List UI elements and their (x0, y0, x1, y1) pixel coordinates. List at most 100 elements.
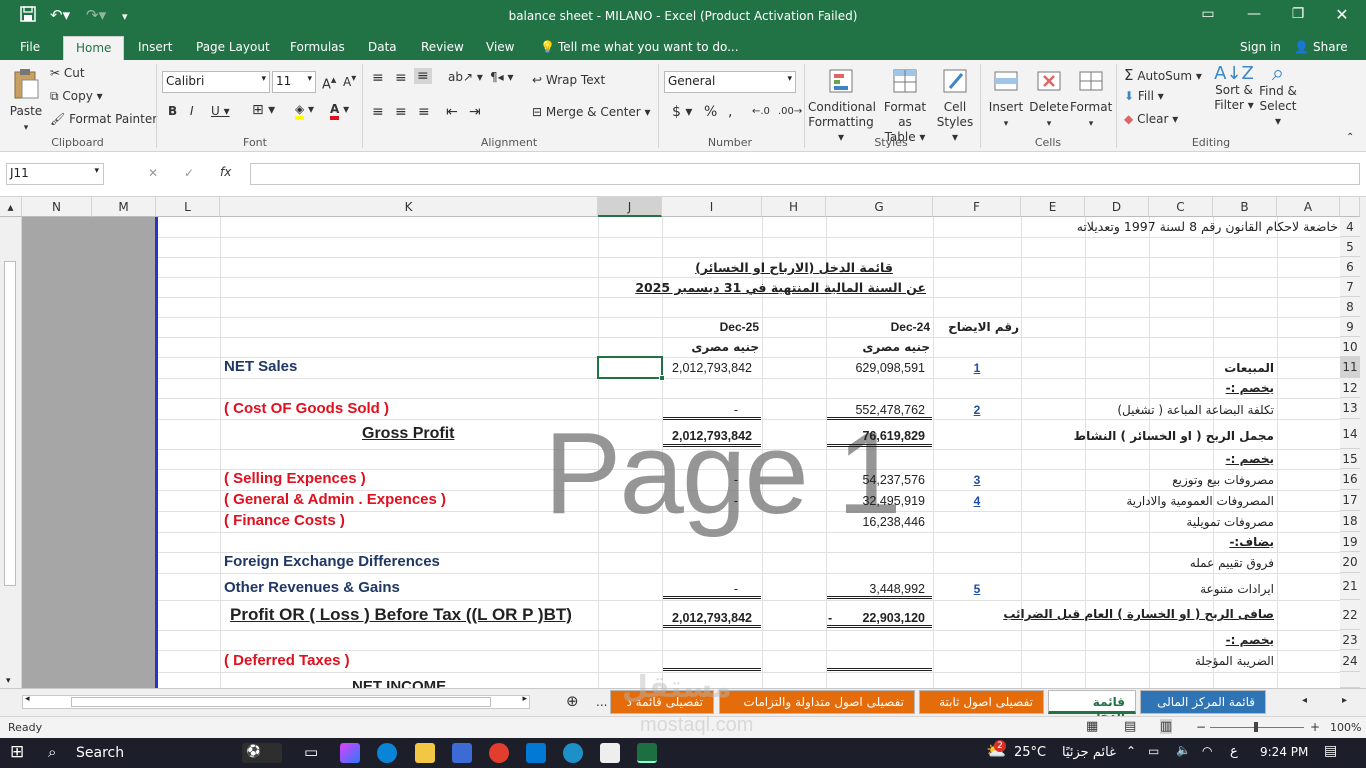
wrap-text-button[interactable]: ↩ Wrap Text (532, 73, 605, 87)
clock[interactable]: 9:24 PM (1260, 745, 1308, 759)
column-header-e[interactable]: E (1021, 197, 1085, 217)
italic-icon[interactable]: I (190, 104, 194, 118)
selling-2025[interactable]: - (662, 473, 738, 487)
fill-color-icon[interactable]: ◈ ▾ (295, 102, 314, 120)
header-note[interactable]: رقم الايضاح (933, 320, 1019, 334)
cogs-2025[interactable]: - (662, 403, 738, 417)
sheet-tab-detail-d[interactable]: تفصيلى قائمة د (610, 690, 714, 714)
align-left-icon[interactable]: ≡ (372, 104, 384, 120)
sheet-tab-fixed-assets[interactable]: تفصيلى اصول ثابتة (919, 690, 1044, 714)
bold-icon[interactable]: B (168, 104, 177, 118)
tab-page-layout[interactable]: Page Layout (196, 40, 270, 54)
row-header-14[interactable]: 14 (1340, 419, 1360, 449)
paste-button[interactable]: Paste ▾ (8, 68, 44, 136)
currency-dec24[interactable]: جنيه مصرى (826, 340, 930, 354)
column-header-d[interactable]: D (1085, 197, 1149, 217)
note-link-2[interactable]: 2 (933, 403, 1021, 417)
normal-view-icon[interactable]: ▦ (1086, 719, 1098, 734)
worksheet-grid[interactable]: ▴ N M L K J I H G F E D C B A ▾ 4 5 6 7 … (0, 197, 1366, 688)
formula-input[interactable] (250, 163, 1360, 185)
copilot-icon[interactable] (340, 743, 360, 763)
label-cogs[interactable]: ( Cost OF Goods Sold ) (224, 400, 389, 417)
column-header-n[interactable]: N (22, 197, 92, 217)
pbt-2024[interactable]: 22,903,120 (826, 611, 925, 625)
find-select-button[interactable]: ⌕ Find & Select ▾ (1256, 63, 1300, 129)
taskbar-search-label[interactable]: Search (76, 745, 124, 761)
label-finance-costs[interactable]: ( Finance Costs ) (224, 512, 345, 529)
excel-taskbar-icon[interactable] (637, 743, 657, 763)
grow-font-icon[interactable]: A▴ (322, 73, 336, 92)
currency-dec25[interactable]: جنيه مصرى (662, 340, 759, 354)
column-header-f[interactable]: F (933, 197, 1021, 217)
arabic-deduct-3[interactable]: يخصم :- (1226, 633, 1274, 647)
label-deferred-taxes[interactable]: ( Deferred Taxes ) (224, 652, 350, 669)
decrease-indent-icon[interactable]: ⇤ (446, 104, 458, 120)
arabic-other[interactable]: ايرادات متنوعة (1200, 582, 1274, 596)
row-header-12[interactable]: 12 (1340, 378, 1360, 398)
outlook-icon[interactable] (526, 743, 546, 763)
align-middle-icon[interactable]: ≡ (395, 70, 407, 86)
share-button[interactable]: Share (1313, 40, 1348, 54)
cell-styles-button[interactable]: Cell Styles ▾ (934, 66, 976, 145)
increase-decimal-icon[interactable]: ←.0 (752, 106, 770, 117)
select-all-corner[interactable] (1340, 197, 1360, 217)
pbt-2025[interactable]: 2,012,793,842 (662, 611, 752, 625)
app-icon[interactable] (563, 743, 583, 763)
name-box[interactable]: J11 ▾ (6, 163, 104, 185)
row-header-23[interactable]: 23 (1340, 630, 1360, 650)
net-sales-2025[interactable]: 2,012,793,842 (662, 361, 752, 375)
label-net-sales[interactable]: NET Sales (224, 358, 297, 375)
horizontal-scrollbar[interactable]: ◂ ▸ (22, 694, 530, 709)
windows-start-icon[interactable]: ⊞ (10, 742, 24, 762)
zoom-slider[interactable] (1210, 722, 1304, 732)
notifications-icon[interactable]: ▤ (1324, 743, 1337, 759)
column-header-l[interactable]: L (156, 197, 220, 217)
row-header-9[interactable]: 9 (1340, 317, 1360, 337)
cancel-entry-icon[interactable]: ✕ (148, 166, 158, 180)
column-header-c[interactable]: C (1149, 197, 1213, 217)
row-header-22[interactable]: 22 (1340, 600, 1360, 630)
percent-icon[interactable]: % (704, 104, 717, 120)
format-as-table-button[interactable]: Format as Table ▾ (876, 66, 934, 145)
delete-cells-button[interactable]: Delete ▾ (1028, 66, 1070, 132)
conditional-formatting-button[interactable]: Conditional Formatting ▾ (808, 66, 876, 145)
row-header-19[interactable]: 19 (1340, 532, 1360, 552)
arabic-selling[interactable]: مصروفات بيع وتوزيع (1172, 473, 1274, 487)
row-header-5[interactable]: 5 (1340, 237, 1360, 257)
row-header-21[interactable]: 21 (1340, 573, 1360, 600)
row-header-15[interactable]: 15 (1340, 449, 1360, 469)
column-header-b[interactable]: B (1213, 197, 1277, 217)
align-right-icon[interactable]: ≡ (418, 104, 430, 120)
column-header-i[interactable]: I (662, 197, 762, 217)
football-icon[interactable]: ⚽ (242, 743, 282, 763)
clear-button[interactable]: ◆ Clear ▾ (1124, 112, 1178, 126)
row-header-11[interactable]: 11 (1340, 357, 1360, 378)
arabic-deduct-1[interactable]: يخصم :- (1226, 381, 1274, 395)
copy-button[interactable]: ⧉ Copy ▾ (50, 89, 103, 104)
tab-formulas[interactable]: Formulas (290, 40, 345, 54)
label-general-admin[interactable]: ( General & Admin . Expences ) (224, 491, 446, 508)
scroll-right-icon[interactable]: ▸ (522, 694, 527, 704)
row-header-13[interactable]: 13 (1340, 398, 1360, 419)
cell-subtitle-law[interactable]: خاضعة لاحكام القانون رقم 8 لسنة 1997 وتع… (1077, 219, 1338, 234)
tab-data[interactable]: Data (368, 40, 397, 54)
scroll-down-icon[interactable]: ▾ (6, 676, 11, 686)
borders-icon[interactable]: ⊞ ▾ (252, 102, 275, 118)
header-dec25[interactable]: Dec-25 (662, 320, 759, 334)
number-format-select[interactable]: General ▾ (664, 71, 796, 93)
monitor-icon[interactable]: ▭ (1148, 744, 1159, 758)
underline-icon[interactable]: U ▾ (211, 104, 230, 118)
page-layout-view-icon[interactable]: ▤ (1124, 719, 1136, 734)
tab-file[interactable]: File (20, 40, 40, 54)
align-center-icon[interactable]: ≡ (395, 104, 407, 120)
ribbon-display-icon[interactable]: ▭ (1188, 6, 1228, 22)
tray-chevron-icon[interactable]: ⌃ (1126, 744, 1136, 758)
fill-button[interactable]: ⬇ Fill ▾ (1124, 89, 1164, 103)
arabic-deferred[interactable]: الضريبة المؤجلة (1195, 654, 1274, 668)
scroll-left-icon[interactable]: ◂ (25, 694, 30, 704)
gross-2024[interactable]: 76,619,829 (826, 429, 925, 443)
row-header-18[interactable]: 18 (1340, 511, 1360, 532)
column-header-j[interactable]: J (598, 197, 662, 217)
arabic-fx[interactable]: فروق تقييم عمله (1190, 556, 1274, 570)
note-link-4[interactable]: 4 (933, 494, 1021, 508)
